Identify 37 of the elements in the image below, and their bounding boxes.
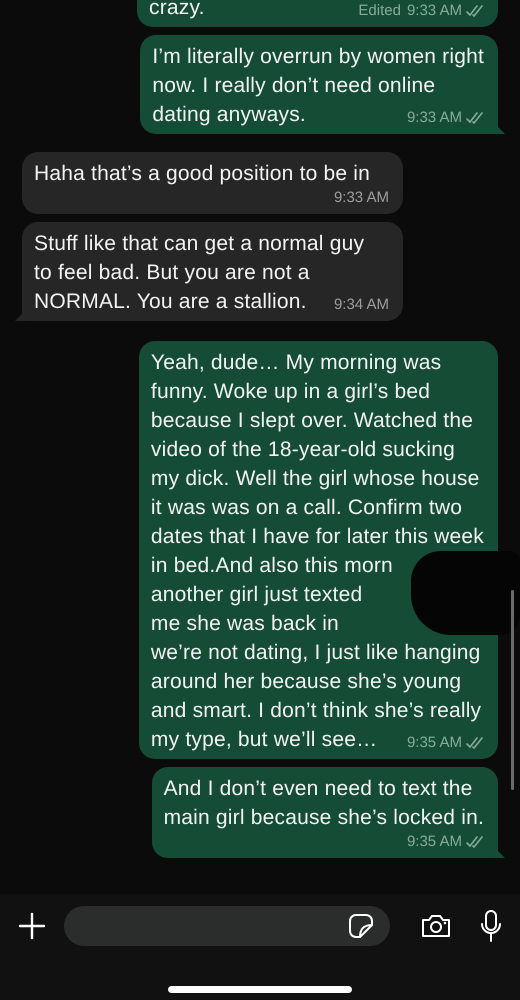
- message-text-line: dating anyways.: [152, 102, 306, 128]
- message-text-line: we’re not dating, I just like hanging: [150, 640, 481, 666]
- message-text-line: my dick. Well the girl whose house: [150, 466, 480, 492]
- message-text-line: And I don’t even need to text the: [164, 776, 473, 802]
- message-text-line: funny. Woke up in a girl’s bed: [150, 379, 430, 405]
- microphone-icon[interactable]: [480, 910, 502, 942]
- message-text-line: NORMAL. You are a stallion.: [34, 289, 307, 315]
- message-time: 9:33 AM: [406, 108, 462, 128]
- message-time: 9:35 AM: [406, 832, 462, 852]
- message-text-line: video of the 18-year-old sucking: [150, 437, 455, 463]
- message-text-line: crazy.: [149, 0, 205, 21]
- message-text-line: main girl because she’s locked in.: [164, 805, 484, 831]
- message-text-line: Stuff like that can get a normal guy: [34, 231, 364, 257]
- message-time: 9:34 AM: [334, 295, 389, 315]
- message-text-line: it was was on a call. Confirm two: [150, 495, 462, 521]
- message-text-line: me she was back in: [150, 611, 339, 637]
- message-text-line: around her because she’s young: [150, 669, 462, 695]
- scroll-bar[interactable]: [511, 590, 514, 790]
- message-text-line: another girl just texted: [150, 582, 362, 608]
- message-text-line: now. I really don’t need online: [152, 73, 436, 99]
- message-time: 9:33 AM: [334, 188, 389, 208]
- message-time: 9:33 AM: [406, 1, 462, 21]
- message-text-line: because I slept over. Watched the: [150, 408, 474, 434]
- message-text-line: I’m literally overrun by women right: [152, 44, 484, 70]
- edited-label: Edited: [358, 1, 401, 21]
- message-text-line: and smart. I don’t think she’s really: [150, 698, 482, 724]
- message-text-line: Haha that’s a good position to be in: [34, 161, 370, 187]
- camera-icon[interactable]: [420, 913, 452, 939]
- message-text-line: Yeah, dude… My morning was: [150, 350, 442, 376]
- plus-icon[interactable]: [18, 912, 46, 940]
- message-text-line: in bed.And also this morn: [150, 553, 393, 579]
- message-time: 9:35 AM: [406, 733, 462, 753]
- message-text-line: my type, but we’ll see…: [150, 727, 378, 753]
- message-text-line: to feel bad. But you are not a: [34, 260, 310, 286]
- sticker-icon[interactable]: [348, 913, 374, 939]
- message-input-field[interactable]: [64, 906, 390, 946]
- message-text-line: dates that I have for later this week: [150, 524, 484, 550]
